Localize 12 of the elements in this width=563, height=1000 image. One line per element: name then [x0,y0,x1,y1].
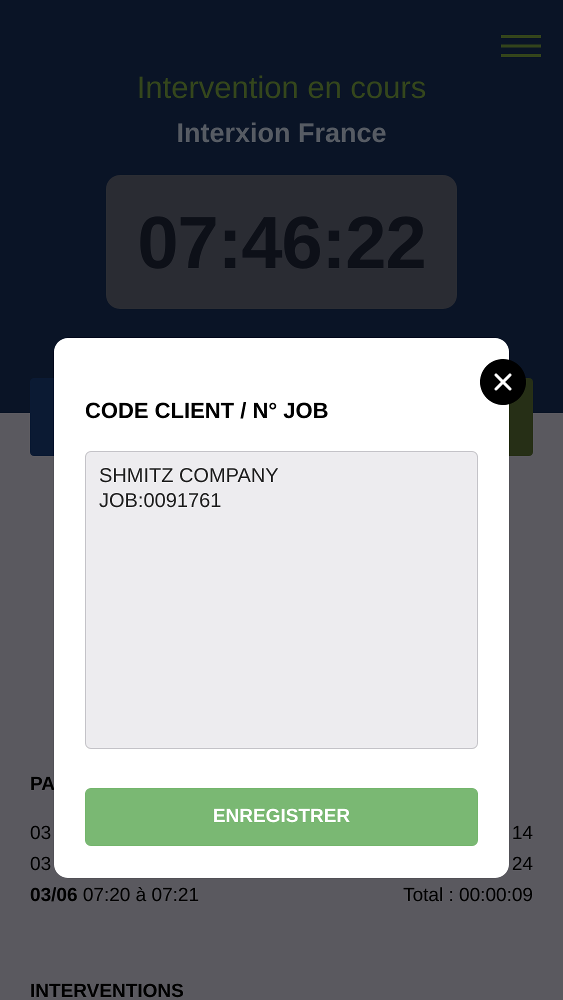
row-text: 24 [512,853,533,877]
time-range: 03/06 07:20 à 07:21 [30,884,200,908]
row-text: 03 [30,822,52,846]
site-name: Interxion France [176,118,387,148]
section-heading: PA [30,774,55,796]
total-duration: Total : 00:00:09 [403,884,533,908]
text-area[interactable]: SHMITZ COMPANY JOB:0091761 [85,451,478,749]
row-text: 14 [512,822,533,846]
row-text: 03 [30,853,52,877]
close-icon [494,373,512,391]
section-heading: INTERVENTIONS [30,981,184,1000]
dialog-title: CODE CLIENT / N° JOB [85,398,328,424]
